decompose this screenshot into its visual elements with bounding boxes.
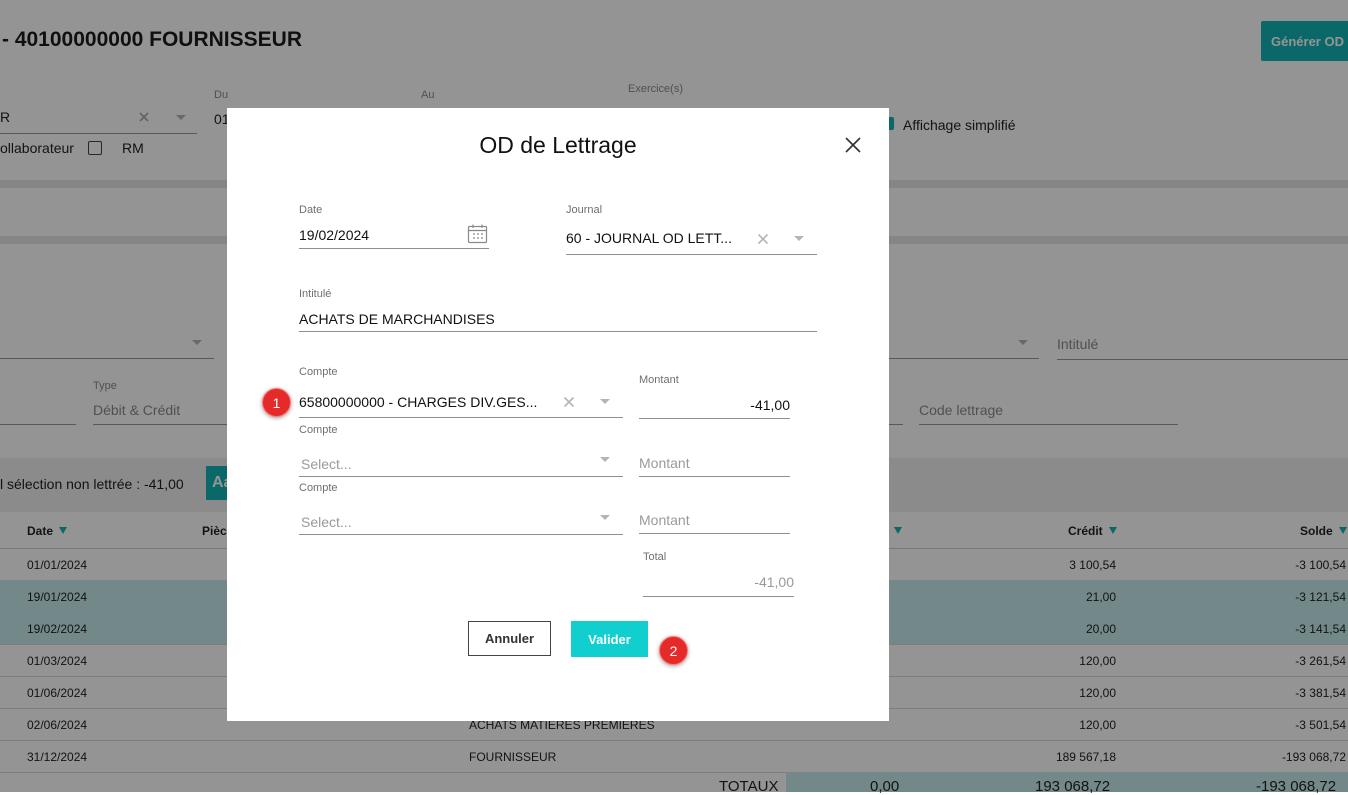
clear-icon[interactable] (757, 232, 769, 245)
compte-label: Compte (299, 482, 338, 494)
chevron-down-icon[interactable] (600, 457, 610, 462)
montant-underline (639, 533, 790, 534)
calendar-icon[interactable] (467, 223, 489, 245)
total-underline (643, 596, 794, 597)
intitule-field[interactable]: ACHATS DE MARCHANDISES (299, 311, 495, 327)
compte-underline (299, 476, 623, 477)
annuler-button[interactable]: Annuler (468, 621, 551, 656)
step-marker-2: 2 (659, 636, 688, 665)
od-lettrage-modal: OD de Lettrage Date 19/02/2024 Journal 6… (227, 108, 889, 721)
montant-field[interactable]: Montant (639, 455, 690, 471)
valider-button[interactable]: Valider (571, 621, 648, 657)
clear-icon[interactable] (563, 395, 575, 408)
compte-select[interactable]: Select... (301, 456, 352, 472)
date-label: Date (299, 204, 323, 216)
journal-label: Journal (566, 204, 603, 216)
date-field[interactable]: 19/02/2024 (299, 227, 369, 243)
total-label: Total (643, 551, 667, 563)
total-value: -41,00 (754, 574, 794, 590)
intitule-underline (299, 331, 817, 332)
close-icon[interactable] (842, 134, 864, 156)
date-underline (299, 248, 489, 249)
chevron-down-icon[interactable] (600, 515, 610, 520)
compte-underline (299, 417, 623, 418)
compte-label: Compte (299, 424, 338, 436)
chevron-down-icon[interactable] (794, 236, 804, 241)
montant-label: Montant (639, 374, 679, 386)
compte-label: Compte (299, 366, 338, 378)
step-marker-1: 1 (262, 388, 291, 417)
intitule-label: Intitulé (299, 288, 332, 300)
montant-underline (639, 476, 790, 477)
compte-underline (299, 534, 623, 535)
modal-title: OD de Lettrage (479, 132, 637, 158)
journal-underline (566, 254, 817, 255)
compte-select[interactable]: Select... (301, 514, 352, 530)
montant-field[interactable]: Montant (639, 512, 690, 528)
journal-select[interactable]: 60 - JOURNAL OD LETT... (566, 230, 732, 246)
compte-select[interactable]: 65800000000 - CHARGES DIV.GES... (299, 394, 537, 410)
chevron-down-icon[interactable] (600, 399, 610, 404)
montant-field[interactable]: -41,00 (639, 397, 790, 413)
montant-underline (639, 418, 790, 419)
